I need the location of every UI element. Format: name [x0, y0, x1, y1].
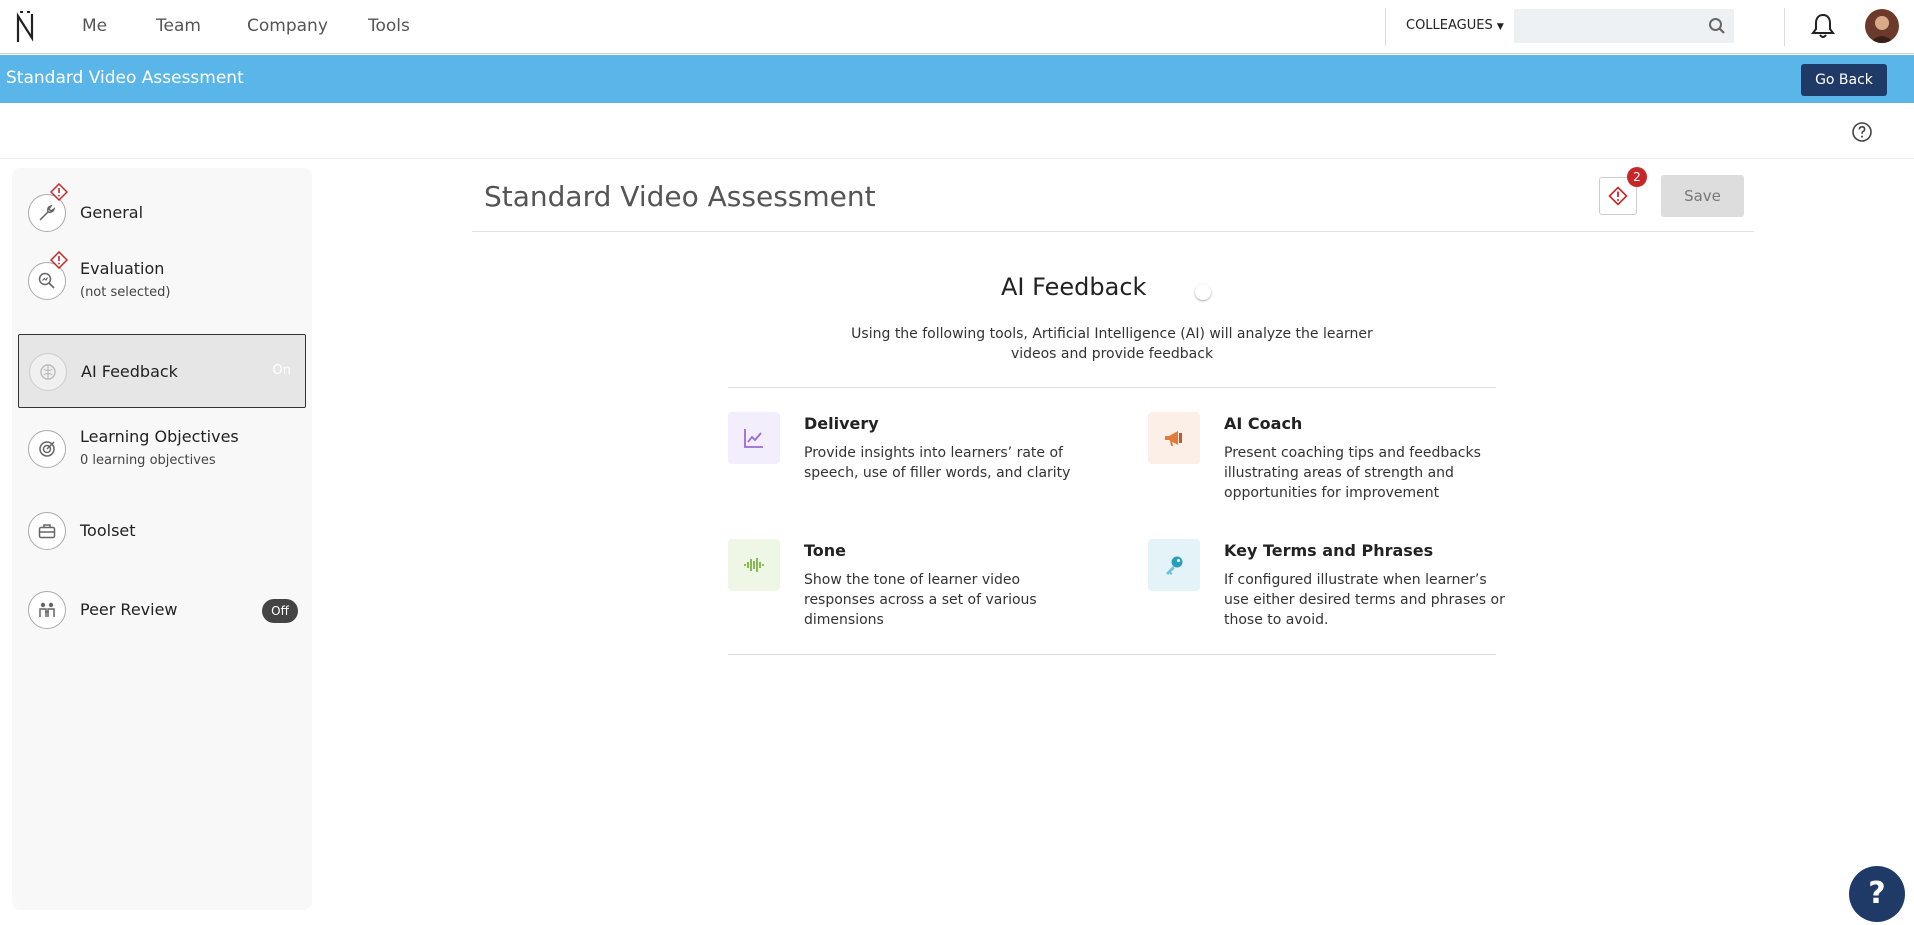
go-back-button[interactable]: Go Back: [1801, 64, 1887, 96]
nav-team[interactable]: Team: [156, 16, 201, 36]
search-input[interactable]: [1514, 9, 1694, 43]
sidebar-item-ai-feedback[interactable]: AI Feedback On: [18, 334, 306, 408]
tool-name-delivery: Delivery: [804, 414, 879, 433]
sidebar-item-general[interactable]: General: [18, 176, 306, 250]
banner-title: Standard Video Assessment: [6, 68, 244, 88]
line-chart-icon: [728, 412, 780, 464]
nav-me[interactable]: Me: [82, 16, 107, 36]
sidebar-item-peer-review[interactable]: Peer Review Off: [18, 573, 306, 647]
avatar-icon: [1865, 9, 1899, 43]
tool-desc-delivery: Provide insights into learners’ rate of …: [804, 445, 1071, 481]
warning-diamond-icon: [1608, 186, 1628, 206]
tool-desc-key-terms: If configured illustrate when learner’s …: [1224, 572, 1505, 628]
ai-feedback-title: AI Feedback: [1001, 273, 1147, 301]
toolbox-icon: [28, 512, 66, 550]
tool-name-tone: Tone: [804, 541, 847, 560]
tool-name-ai-coach: AI Coach: [1224, 414, 1303, 433]
ai-feedback-toggle[interactable]: [1195, 284, 1211, 300]
people-icon: [28, 591, 66, 629]
divider: [728, 387, 1496, 388]
search-box: [1514, 9, 1734, 43]
help-circle-icon[interactable]: [1851, 121, 1873, 143]
warning-diamond-icon: [50, 251, 68, 269]
tool-desc-tone: Show the tone of learner video responses…: [804, 572, 1037, 628]
sidebar-item-sub: (not selected): [80, 285, 171, 300]
colleagues-label: COLLEAGUES: [1406, 18, 1493, 33]
sidebar-item-label: General: [80, 203, 144, 222]
status-badge: On: [272, 363, 291, 378]
top-nav: Me Team Company Tools COLLEAGUES ▼: [0, 0, 1914, 54]
caret-down-icon: ▼: [1496, 22, 1504, 32]
warning-diamond-icon: [50, 183, 68, 201]
nav-divider: [1385, 8, 1386, 46]
nav-divider-2: [1784, 8, 1785, 46]
sidebar-item-label: Learning Objectives: [80, 427, 239, 446]
ai-feedback-description: Using the following tools, Artificial In…: [851, 326, 1373, 362]
sidebar-item-label: Toolset: [80, 521, 136, 540]
page-banner: Standard Video Assessment Go Back: [0, 55, 1914, 103]
sidebar-item-label: Peer Review: [80, 600, 178, 619]
tool-name-key-terms: Key Terms and Phrases: [1224, 541, 1434, 560]
page-title: Standard Video Assessment: [484, 180, 876, 213]
status-badge[interactable]: Off: [262, 599, 298, 623]
target-icon: [28, 430, 66, 468]
logo-icon[interactable]: [14, 8, 36, 44]
warning-count-badge: 2: [1627, 167, 1647, 187]
nav-tools[interactable]: Tools: [368, 16, 410, 36]
megaphone-icon: [1148, 412, 1200, 464]
sidebar-item-evaluation[interactable]: Evaluation (not selected): [18, 244, 306, 318]
sub-bar: [0, 104, 1914, 159]
search-icon[interactable]: [1708, 17, 1726, 35]
colleagues-dropdown[interactable]: COLLEAGUES ▼: [1406, 18, 1504, 33]
save-button[interactable]: Save: [1661, 175, 1744, 217]
sound-wave-icon: [728, 539, 780, 591]
nav-company[interactable]: Company: [247, 16, 328, 36]
bell-icon[interactable]: [1808, 11, 1838, 41]
sidebar-item-learning-objectives[interactable]: Learning Objectives 0 learning objective…: [18, 412, 306, 486]
sidebar-item-sub: 0 learning objectives: [80, 453, 216, 468]
tool-desc-ai-coach: Present coaching tips and feedbacks illu…: [1224, 445, 1481, 501]
sidebar-item-toolset[interactable]: Toolset: [18, 494, 306, 568]
divider: [728, 654, 1496, 655]
sidebar-item-label: Evaluation: [80, 259, 165, 278]
brain-icon: [29, 353, 67, 391]
key-icon: [1148, 539, 1200, 591]
help-fab-button[interactable]: ?: [1849, 866, 1905, 922]
divider: [472, 231, 1754, 232]
avatar[interactable]: [1865, 9, 1899, 43]
sidebar-item-label: AI Feedback: [81, 362, 178, 381]
settings-sidebar: General Evaluation (not selected) AI Fee…: [12, 168, 312, 910]
